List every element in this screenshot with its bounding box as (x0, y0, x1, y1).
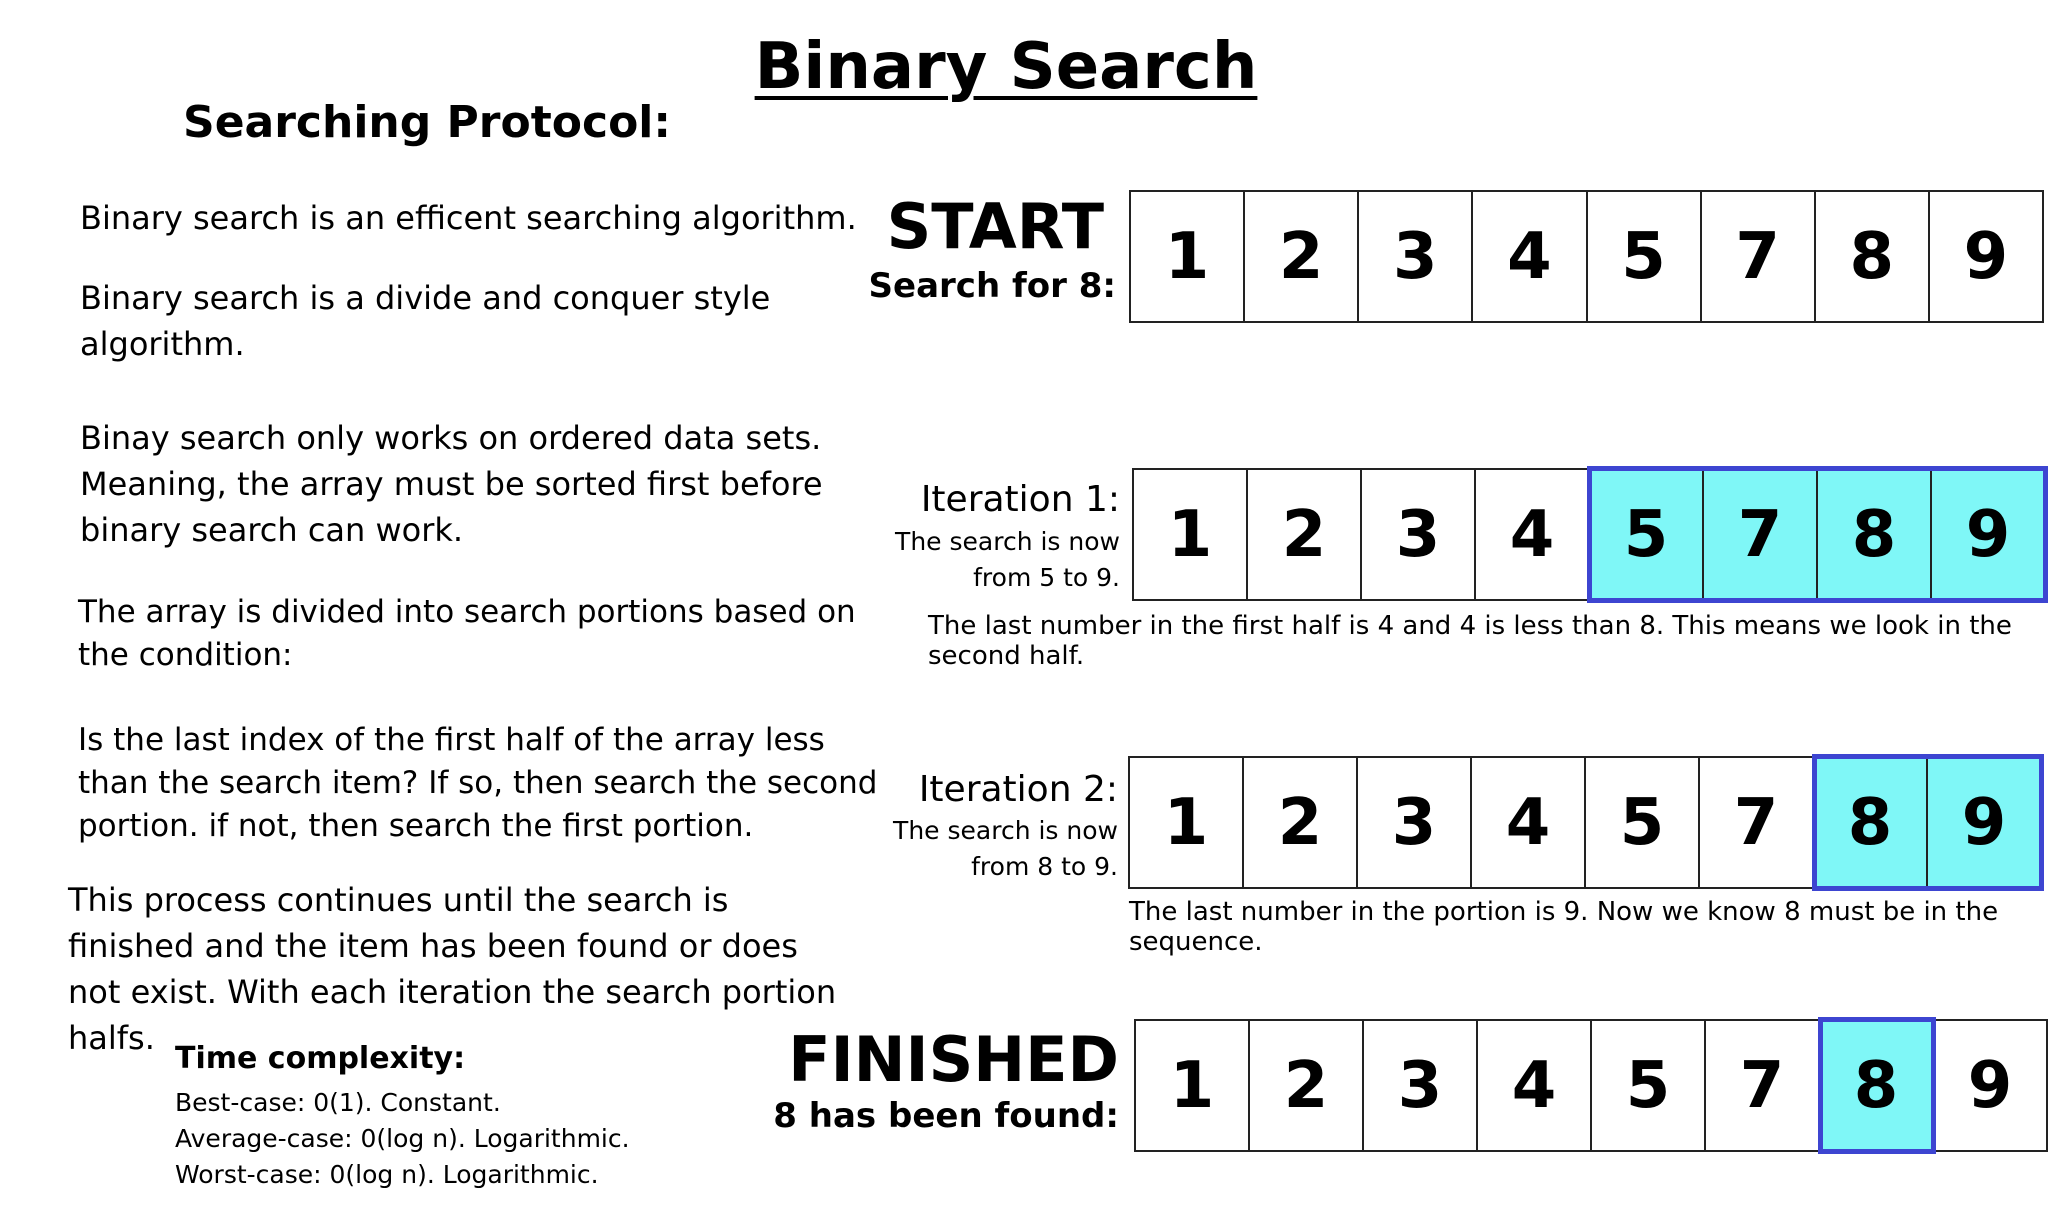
iteration-1-array: 12345789 (1132, 468, 2046, 601)
start-label: START (886, 190, 1104, 263)
array-cell-1: 1 (1132, 468, 1248, 601)
array-cell-5: 5 (1585, 190, 1702, 323)
finished-array: 12345789 (1134, 1019, 2048, 1152)
array-cell-1: 1 (1134, 1019, 1250, 1152)
array-cell-5: 5 (1584, 756, 1700, 889)
array-cell-3: 3 (1356, 756, 1472, 889)
array-cell-1: 1 (1128, 756, 1244, 889)
array-cell-4: 4 (1474, 468, 1590, 601)
array-cell-1: 1 (1129, 190, 1246, 323)
array-cell-2: 2 (1246, 468, 1362, 601)
array-cell-3: 3 (1357, 190, 1474, 323)
array-cell-8: 9 (1932, 1019, 2048, 1152)
protocol-paragraph-4: The array is divided into search portion… (78, 594, 856, 673)
average-case-line: Average-case: 0(log n). Logarithmic. (175, 1124, 630, 1153)
iteration-2-note: The last number in the portion is 9. Now… (1129, 897, 1999, 957)
array-cell-7: 8 (1813, 190, 1930, 323)
array-cell-8: 9 (1926, 756, 2042, 889)
array-cell-4: 4 (1471, 190, 1588, 323)
iteration-1-label: Iteration 1: (920, 479, 1120, 520)
protocol-paragraph-2: Binary search is a divide and conquer st… (80, 279, 771, 363)
start-sublabel: Search for 8: (868, 266, 1116, 306)
array-cell-7: 8 (1816, 468, 1932, 601)
iteration-2-label: Iteration 2: (918, 769, 1118, 810)
best-case-line: Best-case: 0(1). Constant. (175, 1088, 501, 1117)
protocol-paragraph-1: Binary search is an efficent searching a… (80, 199, 857, 237)
array-cell-7: 8 (1818, 1019, 1934, 1152)
iteration-2-array: 12345789 (1128, 756, 2042, 889)
finished-sublabel: 8 has been found: (773, 1096, 1119, 1136)
array-cell-6: 7 (1704, 1019, 1820, 1152)
array-cell-4: 4 (1476, 1019, 1592, 1152)
array-cell-8: 9 (1927, 190, 2044, 323)
protocol-paragraph-3: Binay search only works on ordered data … (80, 419, 823, 549)
iteration-2-sublabel-1: The search is now (893, 816, 1118, 845)
protocol-heading: Searching Protocol: (183, 97, 671, 148)
array-cell-2: 2 (1248, 1019, 1364, 1152)
iteration-1-sublabel-2: from 5 to 9. (973, 563, 1120, 592)
array-cell-2: 2 (1242, 756, 1358, 889)
array-cell-3: 3 (1360, 468, 1476, 601)
iteration-1-sublabel-1: The search is now (895, 527, 1120, 556)
array-cell-3: 3 (1362, 1019, 1478, 1152)
array-cell-8: 9 (1930, 468, 2046, 601)
array-cell-4: 4 (1470, 756, 1586, 889)
iteration-2-sublabel-2: from 8 to 9. (971, 852, 1118, 881)
array-cell-5: 5 (1588, 468, 1704, 601)
array-cell-6: 7 (1698, 756, 1814, 889)
page-title: Binary Search (754, 30, 1258, 104)
array-cell-6: 7 (1699, 190, 1816, 323)
start-array: 12345789 (1129, 190, 2044, 323)
time-complexity-title: Time complexity: (175, 1041, 466, 1076)
array-cell-7: 8 (1812, 756, 1928, 889)
protocol-paragraph-5: Is the last index of the first half of t… (78, 722, 878, 844)
worst-case-line: Worst-case: 0(log n). Logarithmic. (175, 1160, 599, 1189)
array-cell-5: 5 (1590, 1019, 1706, 1152)
array-cell-2: 2 (1243, 190, 1360, 323)
finished-label: FINISHED (788, 1023, 1119, 1096)
iteration-1-note: The last number in the first half is 4 a… (928, 611, 2012, 671)
array-cell-6: 7 (1702, 468, 1818, 601)
protocol-paragraph-6: This process continues until the search … (68, 881, 837, 1057)
